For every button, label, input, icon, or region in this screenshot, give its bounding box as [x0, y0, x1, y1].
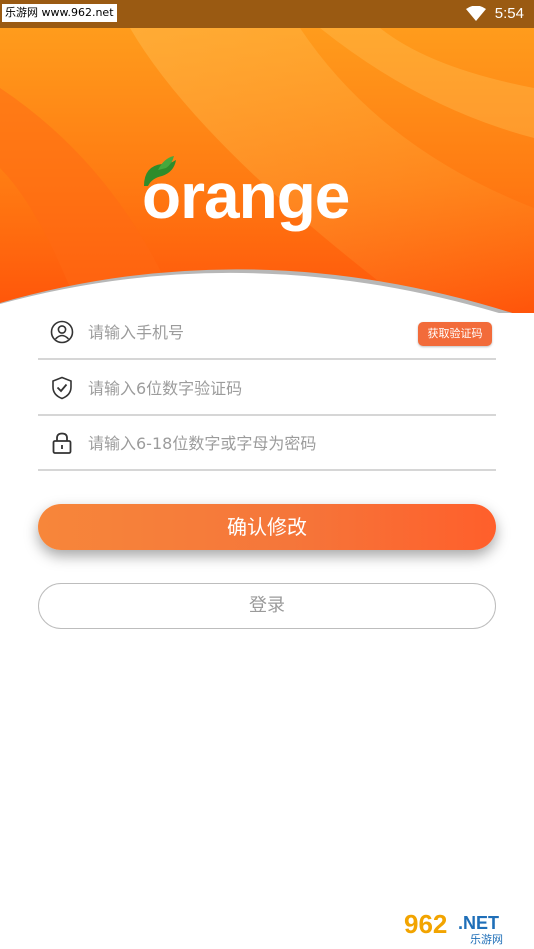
password-field-row — [38, 415, 496, 471]
phone-input[interactable] — [86, 316, 410, 348]
lock-icon — [52, 432, 72, 454]
logo-text: orange — [142, 160, 350, 232]
watermark-cn: 乐游网 — [470, 933, 503, 945]
user-icon — [50, 320, 74, 344]
get-code-button[interactable]: 获取验证码 — [418, 322, 492, 346]
verification-code-input[interactable] — [86, 372, 410, 404]
top-watermark: 乐游网 www.962.net — [2, 4, 117, 22]
bottom-watermark: 962 .NET 乐游网 — [400, 907, 528, 946]
wifi-icon — [466, 6, 486, 21]
code-field-row — [38, 360, 496, 416]
watermark-number: 962 — [404, 909, 447, 939]
watermark-logo: 962 .NET 乐游网 — [400, 907, 528, 946]
password-input[interactable] — [86, 427, 410, 459]
login-button[interactable]: 登录 — [38, 583, 496, 629]
phone-field-row: 获取验证码 — [38, 304, 496, 360]
orange-logo: orange — [140, 156, 400, 236]
confirm-change-button[interactable]: 确认修改 — [38, 504, 496, 550]
status-bar: 乐游网 www.962.net 5:54 — [0, 0, 534, 28]
header-banner: orange — [0, 28, 534, 313]
watermark-net: .NET — [458, 913, 499, 933]
status-time: 5:54 — [494, 5, 524, 22]
shield-check-icon — [52, 376, 72, 400]
